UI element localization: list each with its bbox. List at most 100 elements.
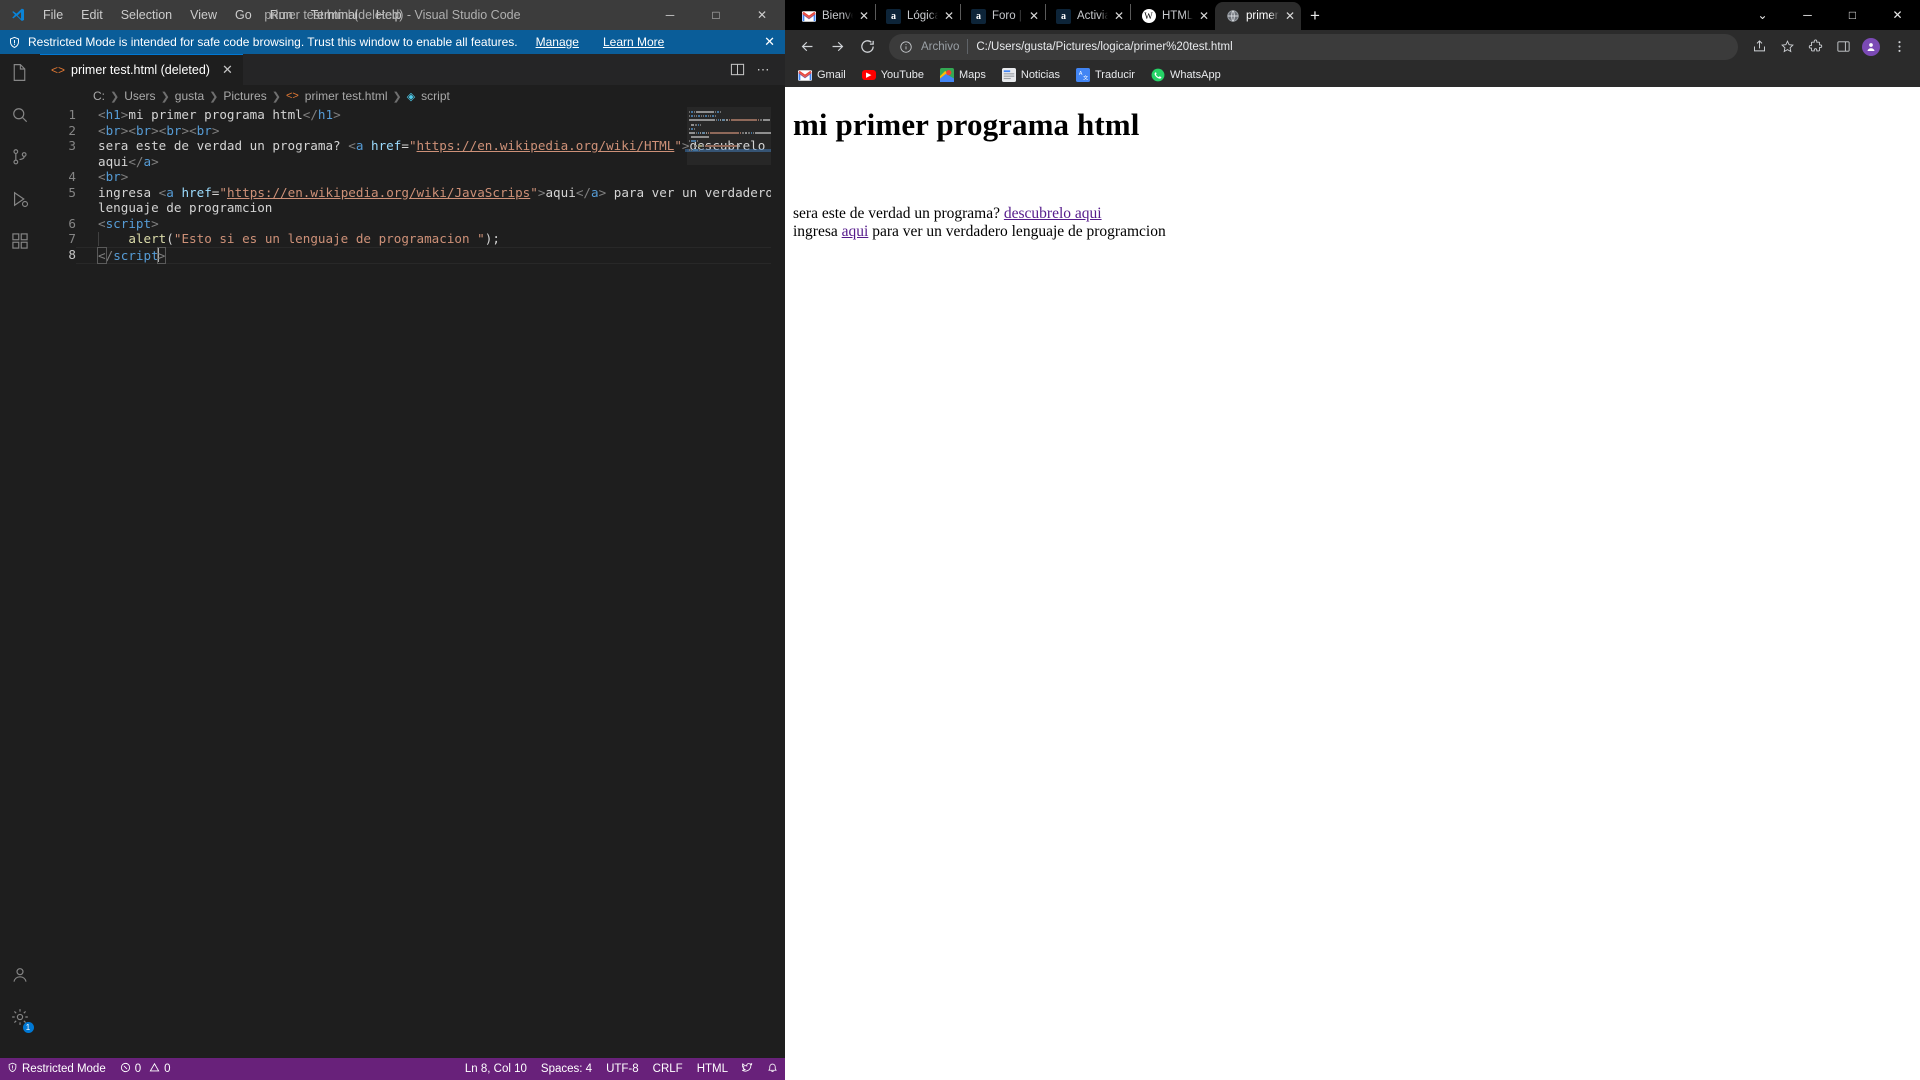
code-editor[interactable]: 1 <h1>mi primer programa html</h1> 2 <br><b…: [40, 107, 785, 1058]
status-restricted-mode[interactable]: Restricted Mode: [0, 1058, 113, 1080]
url-text[interactable]: C:/Users/gusta/Pictures/logica/primer%20…: [976, 41, 1728, 53]
browser-tab-close-icon[interactable]: ✕: [1199, 9, 1209, 23]
address-bar[interactable]: Archivo C:/Users/gusta/Pictures/logica/p…: [889, 33, 1738, 60]
browser-tab-5[interactable]: primer te ✕: [1215, 2, 1301, 30]
breadcrumb-item-2[interactable]: gusta: [175, 89, 204, 103]
menu-edit[interactable]: Edit: [72, 4, 112, 26]
star-icon[interactable]: [1774, 34, 1800, 60]
sidebar-item-explorer[interactable]: [0, 54, 40, 96]
sidebar-item-accounts[interactable]: [0, 956, 40, 998]
editor-scrollbar[interactable]: [771, 107, 785, 1058]
puzzle-icon[interactable]: [1802, 34, 1828, 60]
code-text[interactable]: alert("Esto si es un lenguaje de program…: [76, 231, 785, 247]
menu-go[interactable]: Go: [226, 4, 261, 26]
status-cursor-position[interactable]: Ln 8, Col 10: [458, 1058, 534, 1080]
bookmark-maps[interactable]: Maps: [933, 66, 993, 84]
code-text[interactable]: <br>: [76, 169, 785, 185]
browser-tab-4[interactable]: W HTML - W ✕: [1131, 2, 1215, 30]
status-feedback[interactable]: [735, 1058, 760, 1080]
code-line[interactable]: 6 <script>: [40, 216, 785, 232]
vscode-minimize-button[interactable]: ─: [647, 0, 693, 30]
sidebar-item-run-and-debug[interactable]: [0, 180, 40, 222]
code-line[interactable]: 7 alert("Esto si es un lenguaje de progr…: [40, 231, 785, 247]
aqui-link[interactable]: aqui: [842, 223, 869, 240]
sidebar-item-search[interactable]: [0, 96, 40, 138]
browser-tab-close-icon[interactable]: ✕: [944, 9, 954, 23]
back-arrow-icon[interactable]: [793, 33, 821, 61]
code-line[interactable]: aqui</a>: [40, 154, 785, 170]
sidebar-item-source-control[interactable]: [0, 138, 40, 180]
status-notifications[interactable]: [760, 1058, 785, 1080]
editor-minimap[interactable]: [685, 107, 772, 1058]
tab-search-chevron-icon[interactable]: ⌄: [1740, 0, 1785, 30]
new-tab-button[interactable]: +: [1301, 2, 1329, 30]
breadcrumb-item-4[interactable]: primer test.html: [305, 89, 388, 103]
menu-terminal[interactable]: Terminal: [302, 4, 367, 26]
three-dot-menu-icon[interactable]: [1886, 34, 1912, 60]
browser-tab-close-icon[interactable]: ✕: [1285, 9, 1295, 23]
sidebar-item-extensions[interactable]: [0, 222, 40, 264]
browser-tab-close-icon[interactable]: ✕: [1114, 9, 1124, 23]
banner-close-icon[interactable]: ✕: [764, 30, 775, 54]
status-encoding[interactable]: UTF-8: [599, 1058, 646, 1080]
menu-run[interactable]: Run: [261, 4, 302, 26]
code-line[interactable]: 1 <h1>mi primer programa html</h1>: [40, 107, 785, 123]
menu-help[interactable]: Help: [367, 4, 411, 26]
browser-close-button[interactable]: ✕: [1875, 0, 1920, 30]
bookmark-youtube[interactable]: ▶ YouTube: [855, 66, 931, 84]
code-text[interactable]: <br><br><br><br>: [76, 123, 785, 139]
code-text[interactable]: lenguaje de programcion: [76, 200, 785, 216]
banner-learn-more-link[interactable]: Learn More: [603, 35, 664, 49]
bookmark-noticias[interactable]: Noticias: [995, 66, 1067, 84]
browser-tab-2[interactable]: a Foro | Alu ✕: [961, 2, 1045, 30]
vscode-close-button[interactable]: ✕: [739, 0, 785, 30]
forward-arrow-icon[interactable]: [823, 33, 851, 61]
breadcrumb-item-0[interactable]: C:: [93, 89, 105, 103]
browser-minimize-button[interactable]: ─: [1785, 0, 1830, 30]
side-panel-icon[interactable]: [1830, 34, 1856, 60]
breadcrumb-item-1[interactable]: Users: [124, 89, 155, 103]
reload-icon[interactable]: [853, 33, 881, 61]
status-eol[interactable]: CRLF: [646, 1058, 690, 1080]
split-editor-icon[interactable]: [726, 59, 748, 81]
browser-tab-3[interactable]: a Activiad d ✕: [1046, 2, 1130, 30]
info-circle-icon[interactable]: [899, 40, 913, 54]
bookmark-gmail[interactable]: Gmail: [791, 66, 853, 84]
descubrelo-aqui-link[interactable]: descubrelo aqui: [1004, 205, 1102, 222]
menu-file[interactable]: File: [34, 4, 72, 26]
editor-tab-primer-test-html[interactable]: <> primer test.html (deleted) ✕: [40, 54, 243, 85]
code-line[interactable]: 8 </script>: [40, 246, 785, 264]
banner-manage-link[interactable]: Manage: [536, 35, 579, 49]
code-line[interactable]: lenguaje de programcion: [40, 200, 785, 216]
vscode-maximize-button[interactable]: □: [693, 0, 739, 30]
sidebar-item-manage[interactable]: 1: [0, 998, 40, 1040]
code-text[interactable]: aqui</a>: [76, 154, 785, 170]
browser-maximize-button[interactable]: □: [1830, 0, 1875, 30]
bookmark-traducir[interactable]: A 文 Traducir: [1069, 66, 1142, 84]
code-line[interactable]: 3 sera este de verdad un programa? <a hre…: [40, 138, 785, 154]
code-text[interactable]: <h1>mi primer programa html</h1>: [76, 107, 785, 123]
share-icon[interactable]: [1746, 34, 1772, 60]
menu-selection[interactable]: Selection: [112, 4, 181, 26]
status-language-mode[interactable]: HTML: [690, 1058, 735, 1080]
minimap-slider[interactable]: [687, 107, 771, 165]
avatar-icon[interactable]: [1858, 34, 1884, 60]
code-line[interactable]: 2 <br><br><br><br>: [40, 123, 785, 139]
code-text[interactable]: <script>: [76, 216, 785, 232]
code-line[interactable]: 5 ingresa <a href="https://en.wikipedia.o…: [40, 185, 785, 201]
breadcrumb-item-3[interactable]: Pictures: [223, 89, 266, 103]
browser-tab-close-icon[interactable]: ✕: [859, 9, 869, 23]
code-text[interactable]: sera este de verdad un programa? <a href…: [76, 138, 785, 154]
editor-tab-close-icon[interactable]: ✕: [222, 62, 233, 78]
status-indentation[interactable]: Spaces: 4: [534, 1058, 599, 1080]
ellipsis-icon[interactable]: ⋯: [752, 59, 774, 81]
code-content[interactable]: 1 <h1>mi primer programa html</h1> 2 <br><b…: [40, 107, 785, 264]
browser-tab-close-icon[interactable]: ✕: [1029, 9, 1039, 23]
status-problems[interactable]: 0 0: [113, 1058, 178, 1080]
menu-view[interactable]: View: [181, 4, 226, 26]
vscode-menubar[interactable]: File Edit Selection View Go Run Terminal…: [34, 4, 411, 26]
bookmark-whatsapp[interactable]: WhatsApp: [1144, 66, 1228, 84]
code-line[interactable]: 4 <br>: [40, 169, 785, 185]
code-text[interactable]: </script>: [76, 246, 785, 264]
browser-tab-1[interactable]: a Lógica de ✕: [876, 2, 960, 30]
